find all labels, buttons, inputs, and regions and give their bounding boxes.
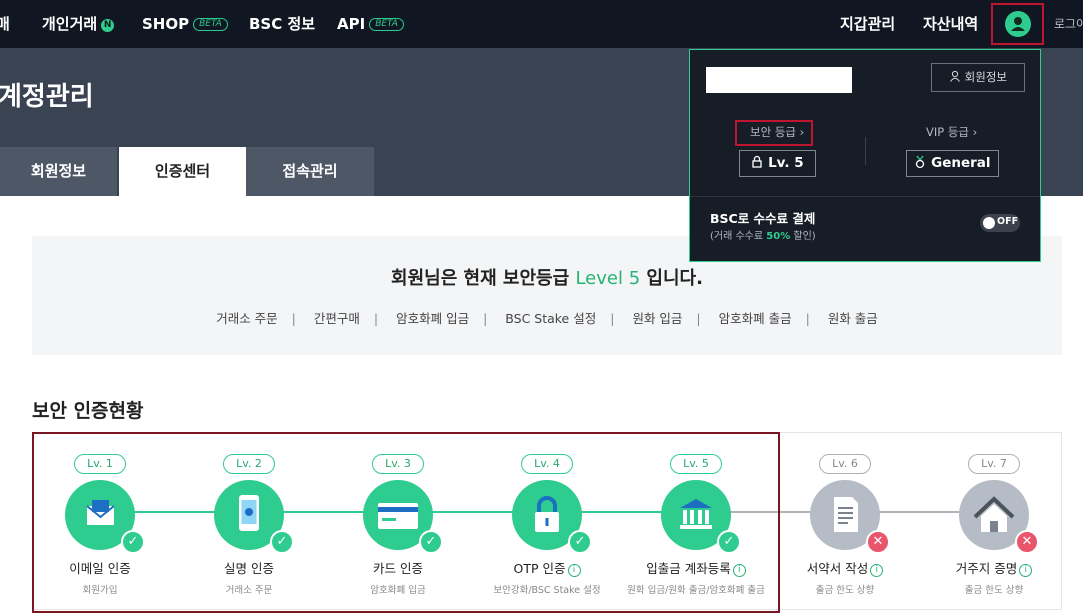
level-pill: Lv. 1 xyxy=(74,454,126,474)
info-icon[interactable]: i xyxy=(567,564,581,577)
feature-label: 거래소 주문 xyxy=(216,311,278,326)
user-email-redacted xyxy=(706,67,852,93)
feature-label: 간편구매 xyxy=(313,311,360,326)
lock-icon xyxy=(752,155,763,168)
vip-level-link[interactable]: VIP 등급 › xyxy=(926,124,977,140)
security-level-title: 회원님은 현재 보안등급 Level 5 입니다. xyxy=(391,268,703,289)
feature-label: 암호화폐 입금 xyxy=(396,311,470,326)
card-icon: ✓ xyxy=(363,480,443,554)
level-pill: Lv. 4 xyxy=(521,454,573,474)
nav-item-trade[interactable]: 매 xyxy=(0,0,10,48)
section-title: 보안 인증현황 xyxy=(32,400,144,422)
current-level: Level 5 xyxy=(575,268,641,289)
check-icon: ✓ xyxy=(717,530,741,554)
nav-item-bsc-info[interactable]: BSC 정보 xyxy=(249,0,315,48)
beta-badge: BETA xyxy=(369,18,404,31)
info-icon[interactable]: i xyxy=(870,564,884,577)
tab-access-management[interactable]: 접속관리 xyxy=(246,147,374,196)
lock-icon: ✓ xyxy=(512,480,592,554)
info-icon[interactable]: i xyxy=(732,564,746,577)
new-badge: N xyxy=(101,19,115,32)
house-icon: ✕ xyxy=(959,480,1039,554)
nav-item-api[interactable]: API BETA xyxy=(337,0,404,48)
level-pill: Lv. 3 xyxy=(372,454,424,474)
nav-item-p2p[interactable]: 개인거래 N xyxy=(42,0,115,48)
vip-level-value: General xyxy=(906,150,999,177)
feature-label: 암호화폐 출금 xyxy=(718,311,792,326)
bsc-fee-title: BSC로 수수료 결제 xyxy=(710,211,816,226)
chevron-right-icon: › xyxy=(972,125,978,139)
page-title: 계정관리 xyxy=(0,82,94,112)
user-outline-icon xyxy=(950,70,960,82)
step-real-name[interactable]: Lv. 2 ✓ 실명 인증 거래소 주문 xyxy=(175,452,323,596)
tab-member-info[interactable]: 회원정보 xyxy=(0,147,117,196)
check-icon: ✓ xyxy=(121,530,145,554)
level-pill: Lv. 5 xyxy=(670,454,722,474)
tab-auth-center[interactable]: 인증센터 xyxy=(119,147,246,196)
close-icon: ✕ xyxy=(866,530,890,554)
level-pill: Lv. 6 xyxy=(819,454,871,474)
user-icon xyxy=(1005,11,1031,37)
check-icon: ✓ xyxy=(419,530,443,554)
nav-item-shop[interactable]: SHOP BETA xyxy=(142,0,228,48)
step-otp[interactable]: Lv. 4 ✓ OTP 인증 i 보안강화/BSC Stake 설정 xyxy=(473,452,621,596)
divider xyxy=(690,196,1040,197)
top-nav: 매 개인거래 N SHOP BETA BSC 정보 API BETA 지갑관리 자산내… xyxy=(0,0,1083,48)
feature-label: 원화 입금 xyxy=(632,311,683,326)
level-pill: Lv. 7 xyxy=(968,454,1020,474)
level-pill: Lv. 2 xyxy=(223,454,275,474)
close-icon: ✕ xyxy=(1015,530,1039,554)
bsc-fee-subtitle: (거래 수수료 50% 할인) xyxy=(710,231,816,242)
feature-label: 원화 출금 xyxy=(827,311,878,326)
user-dropdown: 회원정보 보안 등급 › Lv. 5 VIP 등급 › General BSC로… xyxy=(689,49,1041,262)
toggle-knob xyxy=(983,217,995,229)
info-icon[interactable]: i xyxy=(1019,564,1033,577)
security-level-value: Lv. 5 xyxy=(739,150,816,177)
bsc-fee-toggle[interactable]: OFF xyxy=(980,214,1020,232)
nav-wallet[interactable]: 지갑관리 xyxy=(840,0,895,48)
enabled-features: 거래소 주문 | 간편구매 | 암호화폐 입금 | BSC Stake 설정 | 원화 … xyxy=(216,311,878,326)
bank-icon: ✓ xyxy=(661,480,741,554)
envelope-icon: ✓ xyxy=(65,480,145,554)
check-icon: ✓ xyxy=(270,530,294,554)
step-card[interactable]: Lv. 3 ✓ 카드 인증 암호화폐 입금 xyxy=(324,452,472,596)
check-icon: ✓ xyxy=(568,530,592,554)
user-menu-button[interactable] xyxy=(991,3,1044,45)
divider xyxy=(865,137,866,165)
security-level-highlight xyxy=(735,120,813,146)
nav-assets[interactable]: 자산내역 xyxy=(923,0,978,48)
step-residence[interactable]: Lv. 7 ✕ 거주지 증명 i 출금 한도 상향 xyxy=(920,452,1068,596)
member-info-button[interactable]: 회원정보 xyxy=(931,63,1025,92)
step-pledge[interactable]: Lv. 6 ✕ 서약서 작성 i 출금 한도 상향 xyxy=(771,452,919,596)
document-icon: ✕ xyxy=(810,480,890,554)
medal-icon xyxy=(916,155,925,169)
beta-badge: BETA xyxy=(193,18,228,31)
feature-label: BSC Stake 설정 xyxy=(505,311,597,326)
phone-icon: ✓ xyxy=(214,480,294,554)
nav-logout[interactable]: 로그아 xyxy=(1054,0,1083,48)
step-email[interactable]: Lv. 1 ✓ 이메일 인증 회원가입 xyxy=(26,452,174,596)
step-bank-account[interactable]: Lv. 5 ✓ 입출금 계좌등록 i 원화 입금/원화 출금/암호화폐 출금 xyxy=(622,452,770,596)
